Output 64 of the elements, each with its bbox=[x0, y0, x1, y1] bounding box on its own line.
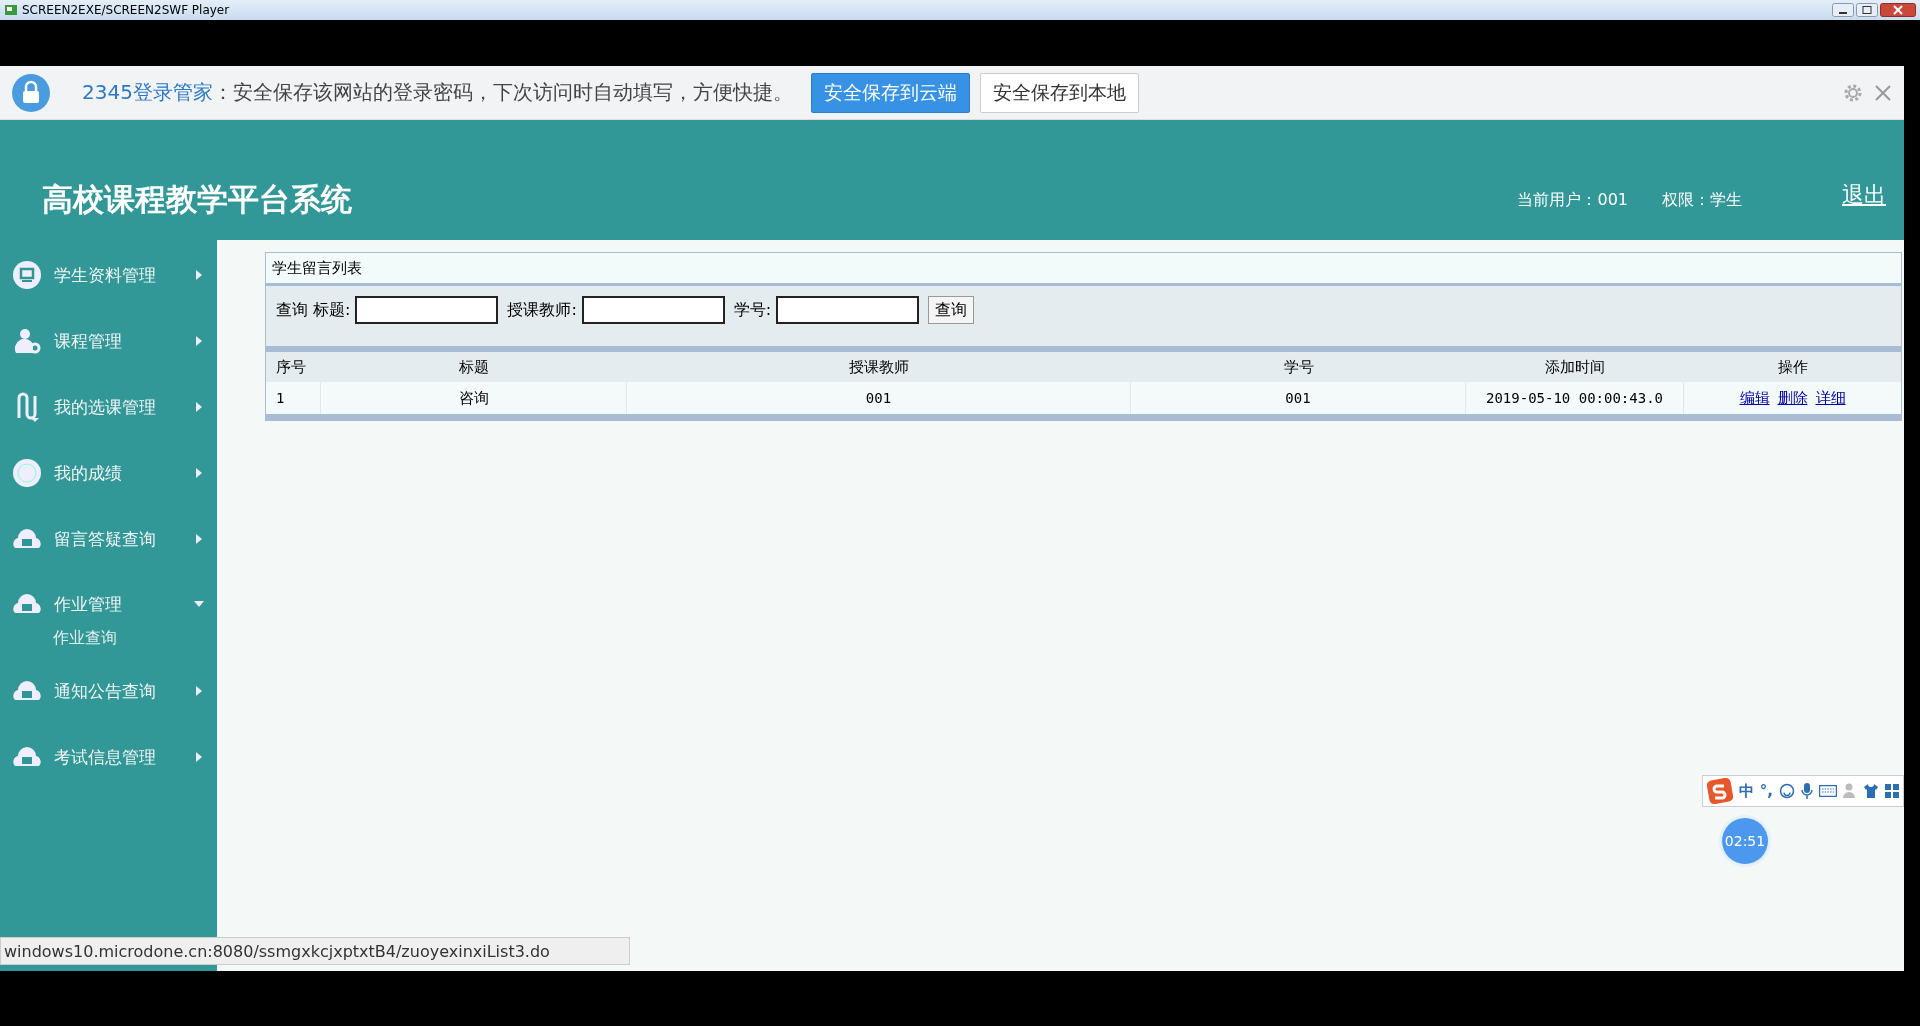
action-link[interactable]: 编辑 bbox=[1739, 388, 1770, 408]
sidebar-label: 课程管理 bbox=[54, 329, 123, 353]
search-button[interactable]: 查询 bbox=[928, 296, 975, 324]
close-icon[interactable] bbox=[1880, 3, 1916, 17]
sidebar-label: 学生资料管理 bbox=[54, 263, 157, 287]
sidebar-label: 留言答疑查询 bbox=[54, 527, 157, 551]
action-link[interactable]: 详细 bbox=[1815, 388, 1846, 408]
column-header: 操作 bbox=[1776, 356, 1809, 378]
sidebar-item[interactable]: 通知公告查询 bbox=[0, 658, 217, 724]
logout-link[interactable]: 退出 bbox=[1842, 180, 1886, 210]
sidebar-subitem[interactable]: 作业查询 bbox=[53, 628, 117, 652]
table-cell: 2019-05-10 00:00:43.0 bbox=[1466, 382, 1684, 414]
timer-bubble: 02:51 bbox=[1722, 818, 1768, 864]
sidebar-item[interactable]: 我的成绩 bbox=[0, 440, 217, 506]
user-role: 权限：学生 bbox=[1662, 189, 1742, 211]
table-cell: 001 bbox=[1131, 382, 1466, 414]
sidebar-item[interactable]: 考试信息管理 bbox=[0, 724, 217, 790]
sidebar-label: 作业管理 bbox=[54, 592, 123, 616]
lock-icon bbox=[12, 73, 50, 112]
table-cell: 001 bbox=[627, 382, 1131, 414]
sidebar-label: 我的成绩 bbox=[54, 461, 123, 485]
keyboard-icon[interactable] bbox=[1819, 785, 1837, 797]
smiley-icon[interactable] bbox=[1779, 783, 1795, 799]
window-title: SCREEN2EXE/SCREEN2SWF Player bbox=[22, 3, 230, 17]
microphone-icon[interactable] bbox=[1801, 783, 1813, 799]
ime-mode[interactable]: 中 bbox=[1738, 781, 1754, 801]
table-cell: 1 bbox=[266, 382, 321, 414]
status-url: windows10.microdone.cn:8080/ssmgxkcjxptxtB4/zuoyexinxiList3.do bbox=[0, 937, 630, 965]
monitor-icon bbox=[12, 260, 42, 290]
table-cell: 咨询 bbox=[321, 382, 627, 414]
column-header: 授课教师 bbox=[848, 356, 910, 378]
password-message: 2345登录管家：安全保存该网站的登录密码，下次访问时自动填写，方便快捷。 bbox=[82, 79, 793, 106]
field-label: 授课教师: bbox=[507, 299, 577, 321]
sidebar-item[interactable]: 我的选课管理 bbox=[0, 374, 217, 440]
sidebar-label: 我的选课管理 bbox=[54, 395, 157, 419]
user-gear-icon bbox=[12, 326, 42, 356]
search-label: 查询 bbox=[276, 299, 308, 321]
column-header: 标题 bbox=[458, 356, 490, 378]
column-header: 序号 bbox=[275, 356, 307, 378]
sidebar-item[interactable]: 学生资料管理 bbox=[0, 242, 217, 308]
sidebar-label: 考试信息管理 bbox=[54, 745, 157, 769]
save-button[interactable]: 安全保存到云端 bbox=[810, 72, 970, 113]
sidebar-label: 通知公告查询 bbox=[54, 679, 157, 703]
shirt-icon[interactable] bbox=[1863, 783, 1879, 799]
input-field[interactable] bbox=[776, 296, 920, 324]
minimize-icon[interactable] bbox=[1832, 3, 1854, 17]
current-user: 当前用户：001 bbox=[1517, 189, 1628, 211]
column-header: 学号 bbox=[1282, 356, 1315, 378]
ime-logo-icon bbox=[1706, 778, 1733, 804]
ime-punctuation[interactable]: °, bbox=[1759, 782, 1773, 800]
field-label: 学号: bbox=[733, 299, 772, 321]
panel-title: 学生留言列表 bbox=[266, 253, 1901, 286]
sidebar-item[interactable]: 作业管理 bbox=[0, 572, 217, 622]
app-title: 高校课程教学平台系统 bbox=[42, 180, 352, 219]
input-field[interactable] bbox=[581, 296, 725, 324]
input-field[interactable] bbox=[355, 296, 499, 324]
column-header: 添加时间 bbox=[1544, 356, 1606, 378]
action-link[interactable]: 删除 bbox=[1777, 388, 1808, 408]
maximize-icon[interactable] bbox=[1856, 3, 1878, 17]
grid-icon[interactable] bbox=[1885, 784, 1899, 798]
field-label: 标题: bbox=[313, 299, 351, 321]
sidebar-item[interactable]: 留言答疑查询 bbox=[0, 506, 217, 572]
save-button[interactable]: 安全保存到本地 bbox=[979, 72, 1139, 113]
sidebar-item[interactable]: 课程管理 bbox=[0, 308, 217, 374]
